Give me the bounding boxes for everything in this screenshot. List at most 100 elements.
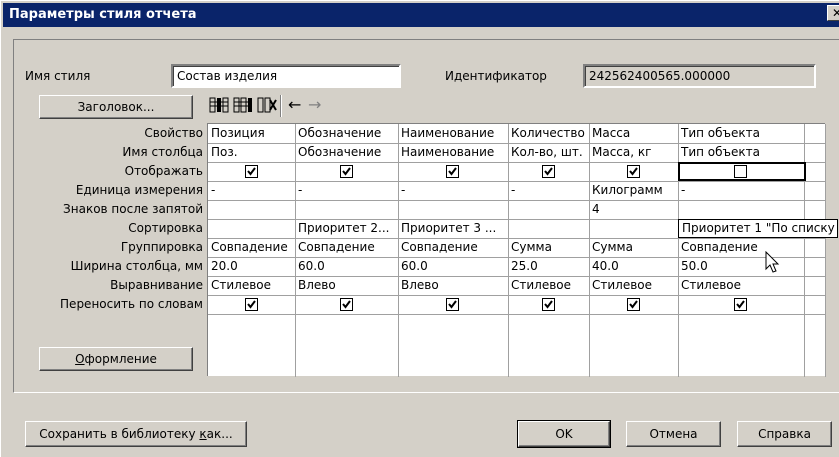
grid-cell-group[interactable]: Сумма bbox=[589, 238, 678, 257]
grid-cell-decimals[interactable] bbox=[398, 200, 508, 219]
grid-cell-decimals[interactable] bbox=[208, 200, 295, 219]
property-label: Знаков после запятой bbox=[63, 202, 203, 216]
focused-cell[interactable] bbox=[678, 162, 806, 181]
mouse-cursor-icon bbox=[765, 251, 780, 273]
checkmark-icon bbox=[448, 167, 457, 176]
design-button[interactable]: Оформление bbox=[39, 347, 193, 371]
grid-cell-align[interactable]: Влево bbox=[295, 276, 398, 295]
grid-cell-column-name[interactable]: Масса, кг bbox=[589, 143, 678, 162]
style-name-label: Имя стиля bbox=[25, 69, 91, 83]
grid-cell-property[interactable]: Наименование bbox=[398, 124, 508, 143]
wrap-checkbox[interactable] bbox=[446, 298, 459, 311]
grid-cell-unit[interactable]: - bbox=[678, 181, 804, 200]
checkmark-icon bbox=[342, 300, 351, 309]
grid-cell-width[interactable]: 60.0 bbox=[398, 257, 508, 276]
dialog-window: Параметры стиля отчета ✕ Имя стиля Соста… bbox=[0, 0, 839, 457]
save-to-library-button[interactable]: Сохранить в библиотеку как... bbox=[25, 421, 247, 447]
grid-cell-column-name[interactable]: Поз. bbox=[208, 143, 295, 162]
property-label: Отображать bbox=[124, 164, 203, 178]
move-left-icon[interactable]: ← bbox=[288, 95, 301, 115]
grid-cell-decimals[interactable] bbox=[678, 200, 804, 219]
grid-cell-column-name[interactable]: Обозначение bbox=[295, 143, 398, 162]
grid-cell-unit[interactable]: - bbox=[398, 181, 508, 200]
checkmark-icon bbox=[342, 167, 351, 176]
grid-cell-group[interactable]: Совпадение bbox=[295, 238, 398, 257]
grid-cell-sort[interactable]: Приоритет 1 "По списку bbox=[678, 219, 838, 238]
wrap-checkbox[interactable] bbox=[734, 298, 747, 311]
property-label: Свойство bbox=[144, 126, 203, 140]
help-button[interactable]: Справка bbox=[737, 421, 832, 447]
grid-cell-align[interactable]: Стилевое bbox=[508, 276, 589, 295]
save-label-accelerator: к bbox=[199, 427, 207, 441]
grid-cell-align[interactable]: Стилевое bbox=[589, 276, 678, 295]
grid-cell-unit[interactable]: - bbox=[508, 181, 589, 200]
add-column-icon[interactable] bbox=[233, 96, 253, 114]
grid-cell-column-name[interactable]: Тип объекта bbox=[678, 143, 804, 162]
checkmark-icon bbox=[629, 167, 638, 176]
checkmark-icon bbox=[544, 167, 553, 176]
move-right-icon[interactable]: → bbox=[308, 95, 321, 115]
ok-button[interactable]: OK bbox=[517, 420, 611, 448]
grid-row-line bbox=[208, 295, 826, 296]
grid-cell-group[interactable]: Совпадение bbox=[678, 238, 804, 257]
grid-cell-column-name[interactable]: Наименование bbox=[398, 143, 508, 162]
wrap-checkbox[interactable] bbox=[542, 298, 555, 311]
grid-cell-property[interactable]: Масса bbox=[589, 124, 678, 143]
wrap-checkbox[interactable] bbox=[245, 298, 258, 311]
grid-cell-width[interactable]: 60.0 bbox=[295, 257, 398, 276]
grid-cell-sort[interactable] bbox=[208, 219, 295, 238]
grid-cell-width[interactable]: 25.0 bbox=[508, 257, 589, 276]
save-label-part2: ак... bbox=[206, 427, 233, 441]
delete-column-icon[interactable] bbox=[257, 96, 277, 114]
identifier-field: 242562400565.000000 bbox=[583, 64, 816, 88]
wrap-checkbox[interactable] bbox=[627, 298, 640, 311]
grid-cell-group[interactable]: Сумма bbox=[508, 238, 589, 257]
grid-cell-align[interactable]: Влево bbox=[398, 276, 508, 295]
grid-cell-unit[interactable]: Килограмм bbox=[589, 181, 678, 200]
grid-cell-property[interactable]: Обозначение bbox=[295, 124, 398, 143]
checkmark-icon bbox=[448, 300, 457, 309]
grid-cell-sort[interactable] bbox=[508, 219, 589, 238]
grid-cell-decimals[interactable]: 4 bbox=[589, 200, 678, 219]
property-label: Ширина столбца, мм bbox=[70, 259, 203, 273]
grid-cell-width[interactable]: 40.0 bbox=[589, 257, 678, 276]
grid-cell-property[interactable]: Количество bbox=[508, 124, 589, 143]
cancel-button[interactable]: Отмена bbox=[626, 421, 721, 447]
grid-cell-unit[interactable]: - bbox=[295, 181, 398, 200]
grid-cell-decimals[interactable] bbox=[295, 200, 398, 219]
close-icon: ✕ bbox=[831, 6, 839, 20]
grid-cell-unit[interactable]: - bbox=[208, 181, 295, 200]
property-label: Сортировка bbox=[128, 221, 203, 235]
toolbar-separator bbox=[280, 95, 282, 117]
grid-cell-decimals[interactable] bbox=[508, 200, 589, 219]
display-checkbox[interactable] bbox=[340, 165, 353, 178]
close-button[interactable]: ✕ bbox=[827, 5, 839, 21]
grid-cell-sort[interactable]: Приоритет 2... bbox=[295, 219, 398, 238]
grid-cell-property[interactable]: Позиция bbox=[208, 124, 295, 143]
display-checkbox[interactable] bbox=[542, 165, 555, 178]
header-button[interactable]: Заголовок... bbox=[39, 95, 193, 119]
grid-cell-column-name[interactable]: Кол-во, шт. bbox=[508, 143, 589, 162]
property-label: Переносить по словам bbox=[60, 297, 203, 311]
grid-cell-group[interactable]: Совпадение bbox=[208, 238, 295, 257]
grid-cell-group[interactable]: Совпадение bbox=[398, 238, 508, 257]
grid-cell-property[interactable]: Тип объекта bbox=[678, 124, 804, 143]
grid-cell-align[interactable]: Стилевое bbox=[678, 276, 804, 295]
display-checkbox[interactable] bbox=[627, 165, 640, 178]
wrap-checkbox[interactable] bbox=[340, 298, 353, 311]
display-checkbox[interactable] bbox=[245, 165, 258, 178]
checkmark-icon bbox=[247, 300, 256, 309]
style-name-input[interactable]: Состав изделия bbox=[171, 64, 401, 88]
grid-cell-sort[interactable] bbox=[589, 219, 678, 238]
property-label: Выравнивание bbox=[110, 278, 203, 292]
grid-cell-align[interactable]: Стилевое bbox=[208, 276, 295, 295]
property-label: Имя столбца bbox=[122, 145, 203, 159]
grid-cell-width[interactable]: 20.0 bbox=[208, 257, 295, 276]
grid-cell-width[interactable]: 50.0 bbox=[678, 257, 804, 276]
display-checkbox[interactable] bbox=[446, 165, 459, 178]
insert-column-icon[interactable] bbox=[209, 96, 229, 114]
design-button-label: формление bbox=[84, 352, 157, 366]
save-label-part1: Сохранить в библиотеку bbox=[39, 427, 200, 441]
properties-grid: Позиция Поз. - Совпадение 20.0 Стилевое Обозна… bbox=[207, 123, 838, 377]
grid-cell-sort[interactable]: Приоритет 3 ... bbox=[398, 219, 508, 238]
